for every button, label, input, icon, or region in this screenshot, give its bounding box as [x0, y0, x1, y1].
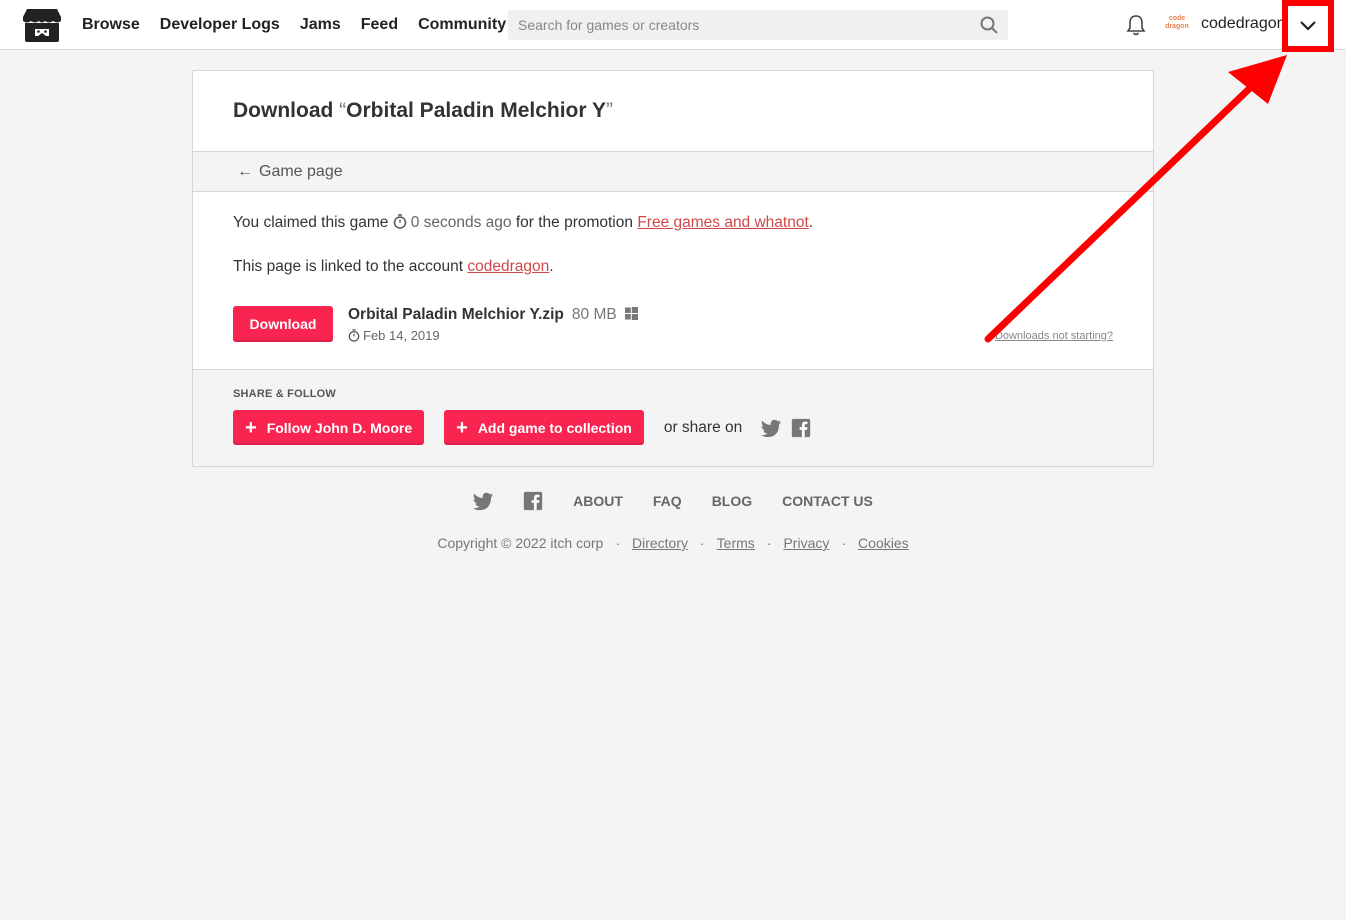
game-page-link[interactable]: ← Game page	[193, 152, 1153, 192]
claim-time: 0 seconds ago	[410, 214, 512, 231]
copyright-line: Copyright © 2022 itch corp · Directory · Ter…	[437, 535, 909, 551]
game-title: Orbital Paladin Melchior Y	[346, 99, 607, 122]
share-row: + Follow John D. Moore + Add game to colle…	[233, 410, 1113, 445]
facebook-icon[interactable]	[522, 490, 544, 512]
nav-community[interactable]: Community	[418, 16, 506, 34]
footer-privacy-link[interactable]: Privacy	[783, 535, 829, 551]
follow-button[interactable]: + Follow John D. Moore	[233, 410, 425, 445]
footer-about-link[interactable]: ABOUT	[573, 493, 623, 509]
file-name: Orbital Paladin Melchior Y.zip	[348, 306, 564, 323]
plus-icon: +	[456, 416, 468, 439]
footer-links: ABOUT FAQ BLOG CONTACT US	[0, 490, 1346, 512]
bell-icon[interactable]	[1126, 14, 1146, 36]
top-header: Browse Developer Logs Jams Feed Communit…	[0, 0, 1346, 52]
file-size: 80 MB	[571, 306, 617, 323]
card-body: You claimed this game 0 seconds ago for …	[193, 192, 1153, 370]
upload-row: Download Orbital Paladin Melchior Y.zip 8…	[233, 306, 638, 343]
facebook-icon[interactable]	[790, 417, 812, 439]
footer-terms-link[interactable]: Terms	[717, 535, 755, 551]
twitter-icon[interactable]	[760, 417, 782, 439]
share-on-label: or share on	[663, 418, 743, 436]
main-nav: Browse Developer Logs Jams Feed Communit…	[82, 0, 526, 50]
page-title: Download “Orbital Paladin Melchior Y”	[233, 99, 614, 122]
add-to-collection-button[interactable]: + Add game to collection	[444, 410, 644, 445]
clock-icon	[348, 329, 360, 342]
itchio-logo-icon[interactable]	[22, 7, 62, 43]
download-button[interactable]: Download	[233, 306, 333, 342]
plus-icon: +	[245, 416, 257, 439]
user-menu-dropdown-button[interactable]	[1282, 0, 1334, 52]
game-page-label: Game page	[259, 162, 343, 180]
search-box	[508, 10, 1008, 40]
share-follow-label: SHARE & FOLLOW	[233, 388, 337, 400]
clock-icon	[393, 214, 406, 229]
linked-account-line: This page is linked to the account coded…	[233, 258, 554, 275]
share-follow-section: SHARE & FOLLOW + Follow John D. Moore + Ad…	[193, 369, 1153, 466]
file-date: Feb 14, 2019	[348, 328, 638, 343]
footer-blog-link[interactable]: BLOG	[712, 493, 752, 509]
card-header: Download “Orbital Paladin Melchior Y”	[193, 71, 1153, 152]
nav-feed[interactable]: Feed	[361, 16, 398, 34]
claim-line: You claimed this game 0 seconds ago for …	[233, 214, 814, 231]
downloads-not-starting-link[interactable]: Downloads not starting?	[995, 330, 1113, 342]
nav-developer-logs[interactable]: Developer Logs	[160, 16, 280, 34]
account-link[interactable]: codedragon	[467, 258, 549, 275]
footer-directory-link[interactable]: Directory	[632, 535, 688, 551]
footer-contact-link[interactable]: CONTACT US	[782, 493, 873, 509]
arrow-left-icon: ←	[237, 162, 253, 180]
download-card: Download “Orbital Paladin Melchior Y” ← …	[192, 70, 1154, 467]
copyright-text: Copyright © 2022 itch corp	[437, 535, 604, 551]
search-input[interactable]	[508, 10, 968, 40]
username[interactable]: codedragon	[1201, 15, 1286, 33]
promotion-link[interactable]: Free games and whatnot	[637, 214, 808, 231]
file-info: Orbital Paladin Melchior Y.zip 80 MB Feb …	[348, 306, 638, 343]
chevron-down-icon	[1300, 21, 1316, 31]
search-icon[interactable]	[980, 16, 998, 34]
twitter-icon[interactable]	[472, 490, 494, 512]
nav-jams[interactable]: Jams	[300, 16, 341, 34]
footer-faq-link[interactable]: FAQ	[653, 493, 682, 509]
nav-browse[interactable]: Browse	[82, 16, 140, 34]
footer-cookies-link[interactable]: Cookies	[858, 535, 909, 551]
windows-icon	[624, 307, 638, 320]
avatar[interactable]: code dragon	[1163, 15, 1191, 35]
